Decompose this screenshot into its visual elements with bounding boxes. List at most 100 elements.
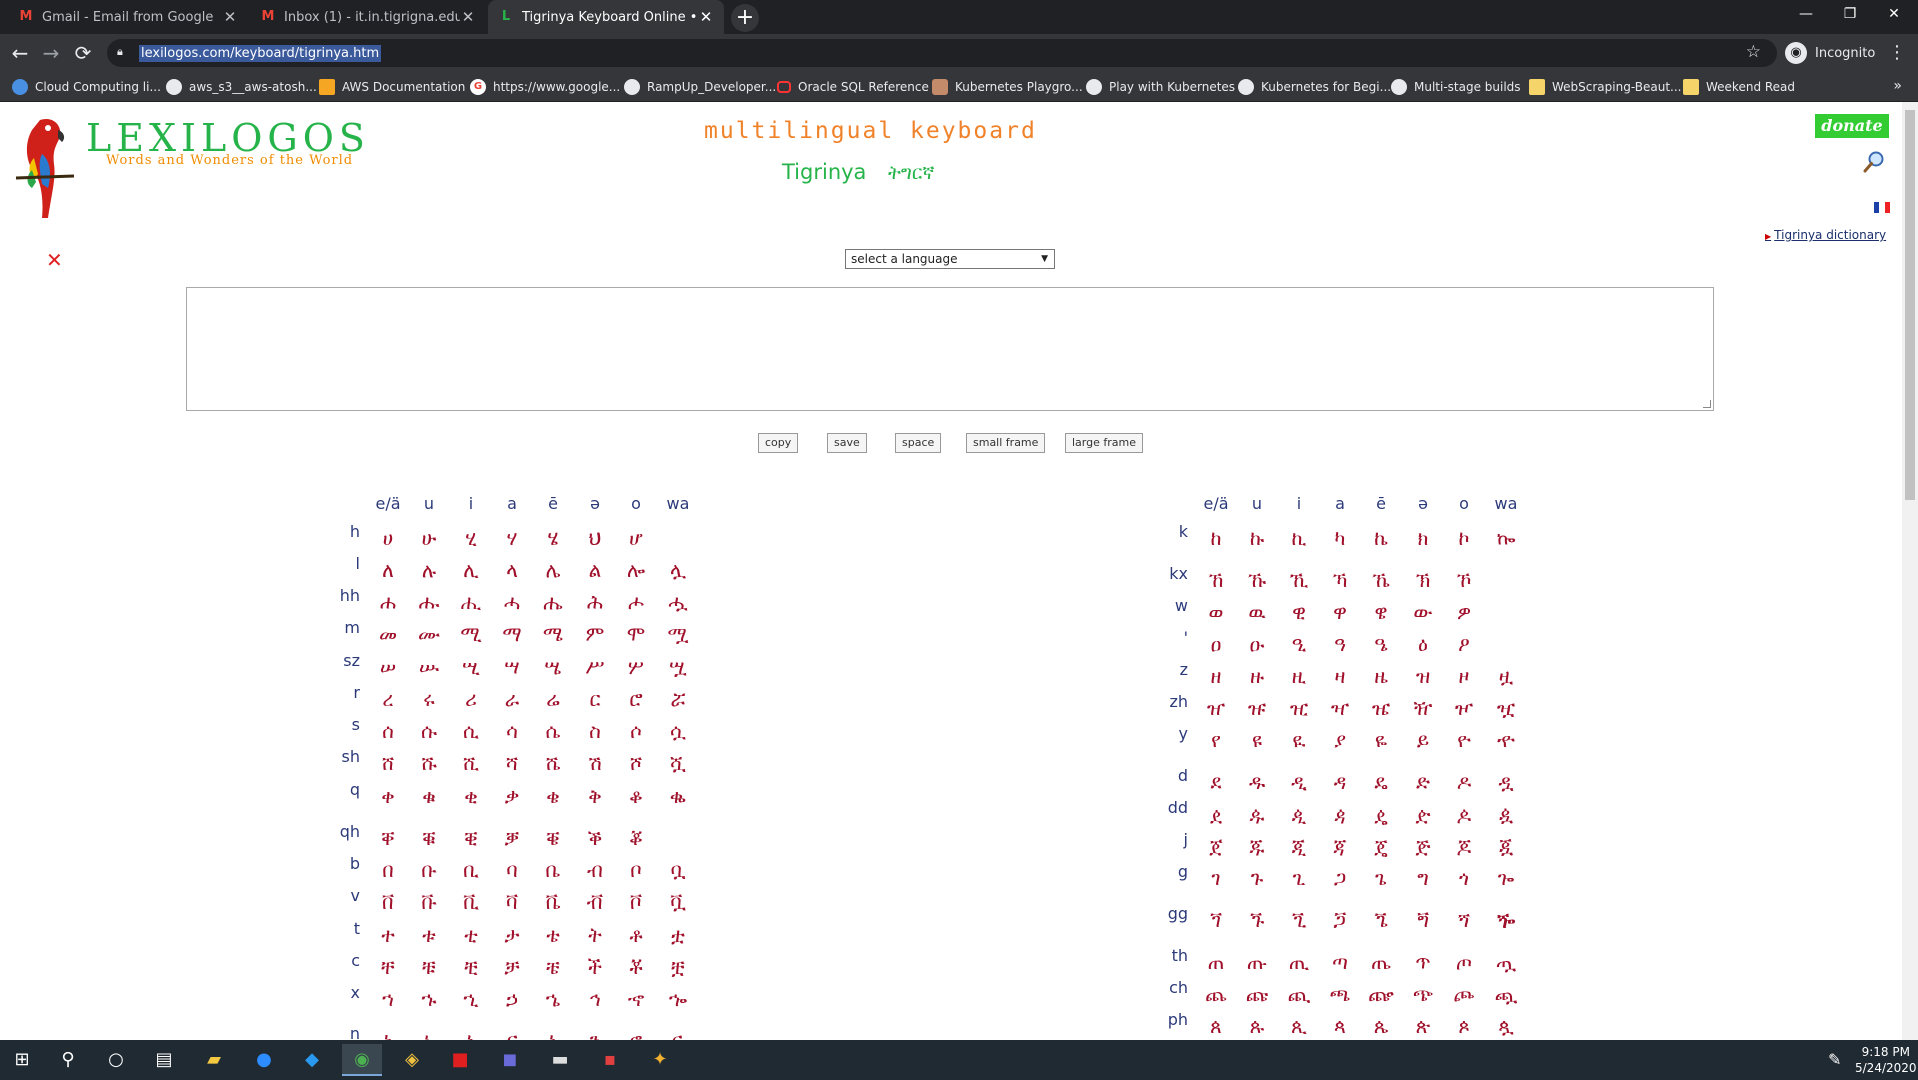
- geez-key[interactable]: ቆ: [618, 784, 654, 808]
- bookmark-item[interactable]: Play with Kubernetes: [1086, 77, 1235, 97]
- tab-tigrinya-keyboard[interactable]: L Tigrinya Keyboard Online • Geez ✕: [488, 0, 724, 34]
- geez-key[interactable]: ሖ: [618, 590, 654, 614]
- geez-key[interactable]: ክ: [1405, 526, 1441, 550]
- geez-key[interactable]: ዧ: [1488, 696, 1524, 720]
- geez-key[interactable]: ቿ: [660, 955, 696, 979]
- geez-key[interactable]: ሌ: [535, 558, 571, 582]
- geez-key[interactable]: ኽ: [1405, 568, 1441, 592]
- geez-key[interactable]: ዟ: [1488, 664, 1524, 688]
- forward-icon[interactable]: →: [38, 40, 64, 66]
- geez-key[interactable]: ሂ: [453, 526, 489, 550]
- geez-key[interactable]: ቕ: [577, 826, 613, 850]
- geez-key[interactable]: ጐ: [1488, 866, 1524, 890]
- geez-key[interactable]: ኀ: [370, 987, 406, 1011]
- geez-key[interactable]: ቀ: [370, 784, 406, 808]
- geez-key[interactable]: ሷ: [660, 719, 696, 743]
- geez-key[interactable]: የ: [1198, 728, 1234, 752]
- geez-key[interactable]: ቢ: [453, 858, 489, 882]
- geez-key[interactable]: ሟ: [660, 622, 696, 646]
- geez-key[interactable]: ዯ: [1488, 728, 1524, 752]
- bookmark-star-icon[interactable]: ☆: [1746, 42, 1761, 62]
- geez-key[interactable]: ሿ: [660, 751, 696, 775]
- bookmark-item[interactable]: Ghttps://www.google...: [470, 77, 620, 97]
- geez-key[interactable]: ን: [577, 1028, 613, 1040]
- network-tool-icon[interactable]: ✦: [640, 1044, 680, 1076]
- geez-key[interactable]: ቫ: [494, 890, 530, 914]
- scrollbar-thumb[interactable]: [1905, 110, 1915, 500]
- incognito-indicator[interactable]: ◉ Incognito: [1785, 39, 1875, 67]
- geez-key[interactable]: ረ: [370, 687, 406, 711]
- bookmark-item[interactable]: AWS Documentation: [319, 77, 465, 97]
- geez-key[interactable]: ኸ: [1198, 568, 1234, 592]
- geez-key[interactable]: ኅ: [577, 987, 613, 1011]
- geez-key[interactable]: ሸ: [370, 751, 406, 775]
- geez-key[interactable]: ዤ: [1363, 696, 1399, 720]
- geez-key[interactable]: ቑ: [411, 826, 447, 850]
- geez-key[interactable]: ደ: [1198, 770, 1234, 794]
- geez-key[interactable]: ሚ: [453, 622, 489, 646]
- geez-key[interactable]: ጃ: [1322, 834, 1358, 858]
- geez-key[interactable]: ቻ: [494, 955, 530, 979]
- geez-key[interactable]: ቶ: [618, 923, 654, 947]
- geez-key[interactable]: ቼ: [535, 955, 571, 979]
- cortana-icon[interactable]: ○: [96, 1044, 136, 1076]
- small-frame-button[interactable]: small frame: [966, 433, 1046, 453]
- geez-key[interactable]: ዻ: [1322, 802, 1358, 826]
- vscode-icon[interactable]: ◆: [292, 1044, 332, 1076]
- geez-key[interactable]: ሺ: [453, 751, 489, 775]
- geez-key[interactable]: ዿ: [1488, 802, 1524, 826]
- geez-key[interactable]: ነ: [370, 1028, 406, 1040]
- geez-key[interactable]: ኺ: [1281, 568, 1317, 592]
- geez-key[interactable]: ዬ: [1363, 728, 1399, 752]
- pen-icon[interactable]: ✎: [1828, 1050, 1841, 1069]
- geez-key[interactable]: ቷ: [660, 923, 696, 947]
- geez-key[interactable]: ዪ: [1281, 728, 1317, 752]
- geez-key[interactable]: ሙ: [411, 622, 447, 646]
- geez-key[interactable]: ሹ: [411, 751, 447, 775]
- geez-key[interactable]: ዮ: [1446, 728, 1482, 752]
- geez-key[interactable]: ኪ: [1281, 526, 1317, 550]
- geez-key[interactable]: ዱ: [1239, 770, 1275, 794]
- geez-key[interactable]: ቬ: [535, 890, 571, 914]
- bookmark-item[interactable]: aws_s3__aws-atosh...: [166, 77, 317, 97]
- geez-key[interactable]: ሃ: [494, 526, 530, 550]
- geez-key[interactable]: ሏ: [660, 558, 696, 582]
- geez-key[interactable]: ቺ: [453, 955, 489, 979]
- geez-key[interactable]: ጯ: [1488, 982, 1524, 1006]
- geez-key[interactable]: ሽ: [577, 751, 613, 775]
- geez-key[interactable]: ዘ: [1198, 664, 1234, 688]
- geez-key[interactable]: ዲ: [1281, 770, 1317, 794]
- bookmark-item[interactable]: WebScraping-Beaut...: [1529, 77, 1681, 97]
- geez-key[interactable]: ዊ: [1281, 600, 1317, 624]
- geez-key[interactable]: ሻ: [494, 751, 530, 775]
- geez-key[interactable]: ዋ: [1322, 600, 1358, 624]
- geez-key[interactable]: ሲ: [453, 719, 489, 743]
- close-tab-icon[interactable]: ✕: [222, 8, 238, 26]
- geez-key[interactable]: ዉ: [1239, 600, 1275, 624]
- geez-key[interactable]: ሡ: [411, 655, 447, 679]
- geez-key[interactable]: ዖ: [1446, 632, 1482, 656]
- geez-key[interactable]: ቩ: [411, 890, 447, 914]
- new-tab-button[interactable]: +: [731, 4, 759, 32]
- geez-key[interactable]: ኒ: [453, 1028, 489, 1040]
- geez-key[interactable]: ጣ: [1322, 950, 1358, 974]
- zoom-icon[interactable]: ●: [244, 1044, 284, 1076]
- geez-key[interactable]: ቂ: [453, 784, 489, 808]
- geez-key[interactable]: ኄ: [535, 987, 571, 1011]
- bookmark-item[interactable]: Multi-stage builds: [1391, 77, 1521, 97]
- geez-key[interactable]: ኻ: [1322, 568, 1358, 592]
- geez-key[interactable]: ብ: [577, 858, 613, 882]
- geez-key[interactable]: ኗ: [660, 1028, 696, 1040]
- geez-key[interactable]: ዔ: [1363, 632, 1399, 656]
- geez-key[interactable]: ቲ: [453, 923, 489, 947]
- geez-key[interactable]: ጀ: [1198, 834, 1234, 858]
- geez-key[interactable]: ቾ: [618, 955, 654, 979]
- geez-key[interactable]: ጩ: [1239, 982, 1275, 1006]
- geez-key[interactable]: ው: [1405, 600, 1441, 624]
- geez-key[interactable]: ጪ: [1281, 982, 1317, 1006]
- geez-key[interactable]: ጛ: [1322, 908, 1358, 932]
- geez-key[interactable]: ሪ: [453, 687, 489, 711]
- geez-key[interactable]: ስ: [577, 719, 613, 743]
- geez-key[interactable]: ቔ: [535, 826, 571, 850]
- geez-key[interactable]: ቦ: [618, 858, 654, 882]
